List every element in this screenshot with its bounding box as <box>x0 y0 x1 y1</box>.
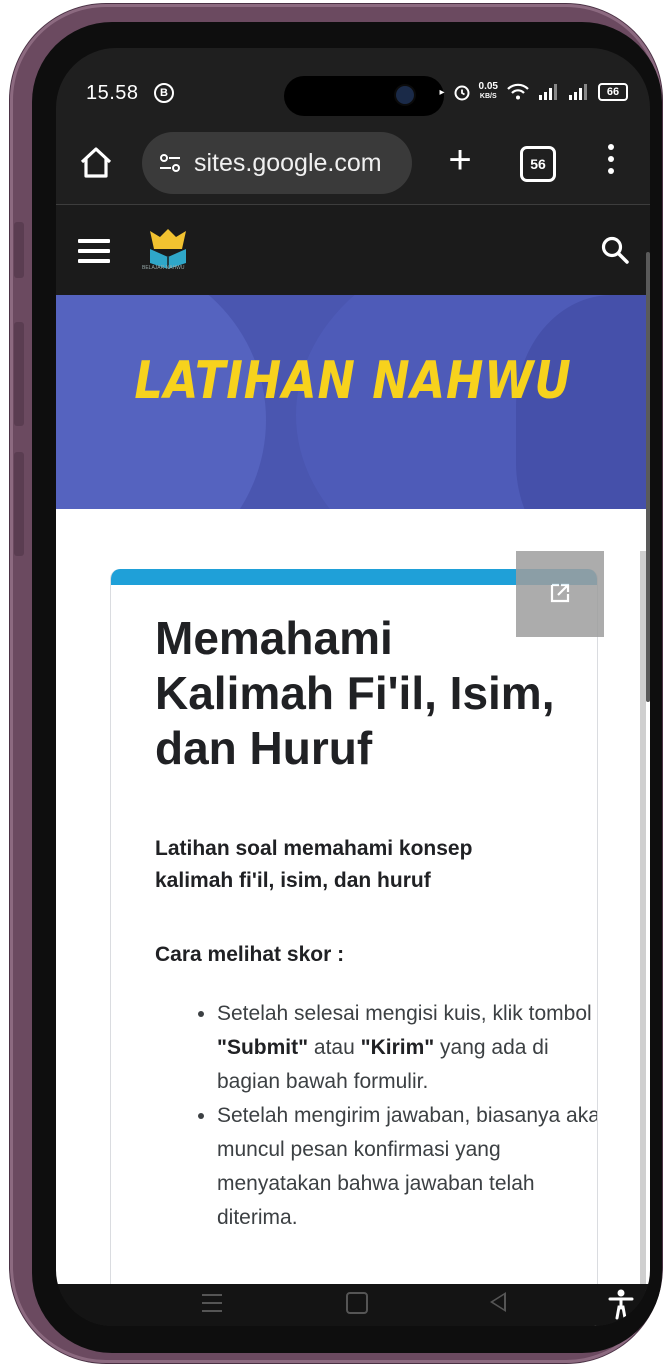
status-time: 15.58 <box>86 82 139 104</box>
notification-b-icon: B <box>154 83 174 103</box>
status-bar: 15.58 B ▸ 0.05 KB/S 66 <box>56 48 650 124</box>
open-in-new-icon <box>550 583 570 603</box>
status-icons: ▸ 0.05 KB/S 66 <box>439 81 628 102</box>
system-nav-bar <box>56 1284 650 1326</box>
camera-notch <box>284 76 444 116</box>
screen: 15.58 B ▸ 0.05 KB/S 66 sites.google.com … <box>56 48 650 1326</box>
howto-heading: Cara melihat skor : <box>155 943 345 966</box>
form-title: Memahami Kalimah Fi'il, Isim, dan Huruf <box>155 612 555 774</box>
browser-toolbar: sites.google.com + 56 <box>56 126 650 200</box>
site-menu-icon[interactable] <box>78 239 110 263</box>
embedded-form-card: Memahami Kalimah Fi'il, Isim, dan Huruf … <box>110 569 598 1326</box>
search-icon[interactable] <box>600 235 630 265</box>
signal-icon <box>569 84 587 100</box>
net-speed: 0.05 KB/S <box>478 81 498 101</box>
dot-icon: ▸ <box>439 86 445 98</box>
page-content: Memahami Kalimah Fi'il, Isim, dan Huruf … <box>56 509 650 1326</box>
overflow-menu-button[interactable] <box>606 144 616 182</box>
recent-apps-icon[interactable] <box>202 1294 222 1314</box>
open-external-button[interactable] <box>516 551 604 637</box>
new-tab-button[interactable]: + <box>440 140 480 184</box>
instruction-list: Setelah selesai mengisi kuis, klik tombo… <box>155 997 597 1235</box>
site-header: BELAJAR NAHWU <box>56 205 650 295</box>
camera-icon <box>396 86 414 104</box>
url-bar[interactable]: sites.google.com <box>142 132 412 194</box>
phone-bezel: 15.58 B ▸ 0.05 KB/S 66 sites.google.com … <box>32 22 662 1353</box>
page-scrollbar[interactable] <box>646 252 650 702</box>
signal-icon <box>539 84 557 100</box>
list-item: Setelah mengirim jawaban, biasanya akan … <box>217 1099 597 1235</box>
side-button <box>14 222 24 278</box>
home-icon[interactable] <box>76 142 116 182</box>
home-nav-icon[interactable] <box>346 1292 368 1314</box>
form-description: Latihan soal memahami konsep kalimah fi'… <box>155 837 473 892</box>
phone-frame: 15.58 B ▸ 0.05 KB/S 66 sites.google.com … <box>10 4 662 1363</box>
hero-banner: LATIHAN NAHWU <box>56 295 650 509</box>
battery-icon: 66 <box>598 83 628 101</box>
url-text: sites.google.com <box>194 148 382 177</box>
list-item: Setelah selesai mengisi kuis, klik tombo… <box>217 997 597 1099</box>
logo-caption: BELAJAR NAHWU <box>142 265 185 271</box>
site-settings-icon[interactable] <box>158 151 182 175</box>
volume-up-button <box>14 322 24 426</box>
hero-title: LATIHAN NAHWU <box>134 351 572 411</box>
wifi-icon <box>507 83 529 100</box>
volume-down-button <box>14 452 24 556</box>
accessibility-icon[interactable] <box>606 1288 636 1320</box>
alarm-icon <box>454 85 470 101</box>
tab-switcher-button[interactable]: 56 <box>520 146 556 182</box>
